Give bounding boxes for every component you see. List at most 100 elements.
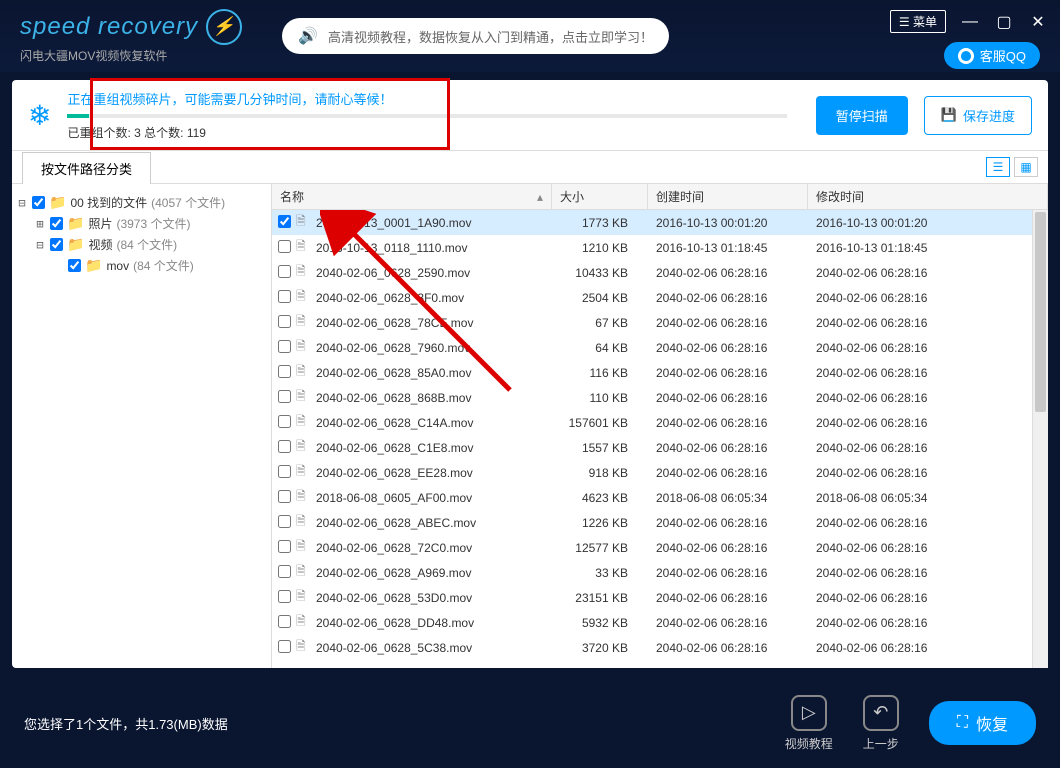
video-tutorial-button[interactable]: ▷ 视频教程 — [785, 695, 833, 752]
footer: 您选择了1个文件，共1.73(MB)数据 ▷ 视频教程 ↶ 上一步 ⛶ 恢复 — [0, 678, 1060, 768]
menu-button[interactable]: ☰ 菜单 — [890, 10, 946, 33]
tree-photos[interactable]: ⊞ 📁 照片 (3973 个文件) — [34, 213, 267, 234]
table-row[interactable]: 🗎2040-02-06_0628_85A0.mov116 KB2040-02-0… — [272, 360, 1048, 385]
row-checkbox[interactable] — [278, 465, 291, 478]
pause-scan-button[interactable]: 暂停扫描 — [816, 96, 908, 135]
col-name[interactable]: 名称 ▴ — [272, 184, 552, 209]
row-checkbox[interactable] — [278, 240, 291, 253]
table-row[interactable]: 🗎2040-02-06_0628_C14A.mov157601 KB2040-0… — [272, 410, 1048, 435]
file-name: 2040-02-06_0628_78CE.mov — [314, 316, 552, 330]
logo-text: speed recovery — [20, 13, 198, 41]
table-row[interactable]: 🗎2040-02-06_0628_DD48.mov5932 KB2040-02-… — [272, 610, 1048, 635]
status-row: ❄ 正在重组视频碎片，可能需要几分钟时间，请耐心等候！ 已重组个数: 3 总个数… — [12, 80, 1048, 150]
row-checkbox[interactable] — [278, 615, 291, 628]
scrollbar-thumb[interactable] — [1035, 212, 1046, 412]
row-checkbox[interactable] — [278, 315, 291, 328]
row-checkbox[interactable] — [278, 440, 291, 453]
file-size: 157601 KB — [552, 416, 648, 430]
row-checkbox[interactable] — [278, 490, 291, 503]
row-checkbox[interactable] — [278, 540, 291, 553]
file-name: 2040-02-06_0628_3F0.mov — [314, 291, 552, 305]
row-checkbox[interactable] — [278, 515, 291, 528]
tab-by-path[interactable]: 按文件路径分类 — [22, 152, 151, 184]
tree-videos[interactable]: ⊟ 📁 视频 (84 个文件) — [34, 234, 267, 255]
tutorial-banner[interactable]: 🔊 高清视频教程，数据恢复从入门到精通，点击立即学习！ — [282, 18, 669, 54]
tree-root[interactable]: ⊟ 📁 00 找到的文件 (4057 个文件) — [16, 192, 267, 213]
body-split: ⊟ 📁 00 找到的文件 (4057 个文件) ⊞ 📁 照片 (3973 个文件… — [12, 184, 1048, 668]
col-created[interactable]: 创建时间 — [648, 184, 808, 209]
qq-support-button[interactable]: 客服QQ — [944, 42, 1040, 69]
file-created: 2040-02-06 06:28:16 — [648, 316, 808, 330]
scan-icon: ❄ — [28, 99, 51, 132]
row-checkbox[interactable] — [278, 415, 291, 428]
table-row[interactable]: 🗎2040-02-06_0628_EE28.mov918 KB2040-02-0… — [272, 460, 1048, 485]
folder-icon: 📁 — [67, 236, 84, 253]
table-row[interactable]: 🗎2040-02-06_0628_7960.mov64 KB2040-02-06… — [272, 335, 1048, 360]
row-checkbox[interactable] — [278, 590, 291, 603]
grid-view-toggle[interactable]: ▦ — [1014, 157, 1038, 177]
prev-step-button[interactable]: ↶ 上一步 — [863, 695, 899, 752]
tree-checkbox[interactable] — [32, 196, 45, 209]
table-row[interactable]: 🗎2040-02-06_0628_78CE.mov67 KB2040-02-06… — [272, 310, 1048, 335]
table-row[interactable]: 🗎2040-02-06_0628_72C0.mov12577 KB2040-02… — [272, 535, 1048, 560]
file-icon: 🗎 — [296, 587, 314, 608]
titlebar: speed recovery ⚡ 闪电大疆MOV视频恢复软件 🔊 高清视频教程，… — [0, 0, 1060, 72]
file-modified: 2016-10-13 01:18:45 — [808, 241, 1048, 255]
table-row[interactable]: 🗎2016-10-13_0118_1110.mov1210 KB2016-10-… — [272, 235, 1048, 260]
table-row[interactable]: 🗎2040-02-06_0628_A969.mov33 KB2040-02-06… — [272, 560, 1048, 585]
row-checkbox[interactable] — [278, 265, 291, 278]
row-checkbox[interactable] — [278, 290, 291, 303]
table-row[interactable]: 🗎2040-02-06_0628_C1E8.mov1557 KB2040-02-… — [272, 435, 1048, 460]
row-checkbox[interactable] — [278, 640, 291, 653]
close-button[interactable]: ✕ — [1028, 12, 1048, 32]
tree-mov[interactable]: 📁 mov (84 个文件) — [52, 255, 267, 276]
table-row[interactable]: 🗎2040-02-06_0628_53D0.mov23151 KB2040-02… — [272, 585, 1048, 610]
table-row[interactable]: 🗎2040-02-06_0628_3F0.mov2504 KB2040-02-0… — [272, 285, 1048, 310]
file-name: 2040-02-06_0628_7960.mov — [314, 341, 552, 355]
file-size: 116 KB — [552, 366, 648, 380]
col-modified[interactable]: 修改时间 — [808, 184, 1048, 209]
table-row[interactable]: 🗎2040-02-06_0628_ABEC.mov1226 KB2040-02-… — [272, 510, 1048, 535]
file-name: 2040-02-06_0628_5C38.mov — [314, 641, 552, 655]
row-checkbox[interactable] — [278, 565, 291, 578]
tree-checkbox[interactable] — [68, 259, 81, 272]
row-checkbox[interactable] — [278, 390, 291, 403]
file-size: 110 KB — [552, 391, 648, 405]
row-checkbox[interactable] — [278, 215, 291, 228]
minimize-button[interactable]: — — [960, 13, 980, 31]
tree-label: 照片 — [88, 215, 112, 232]
play-icon: ▷ — [791, 695, 827, 731]
save-progress-button[interactable]: 💾 保存进度 — [924, 96, 1032, 135]
file-name: 2016-10-13_0001_1A90.mov — [314, 216, 552, 230]
tree-label: 00 找到的文件 — [70, 194, 147, 211]
tree-checkbox[interactable] — [50, 238, 63, 251]
file-created: 2040-02-06 06:28:16 — [648, 516, 808, 530]
list-view-toggle[interactable]: ☰ — [986, 157, 1010, 177]
table-row[interactable]: 🗎2040-02-06_0628_2590.mov10433 KB2040-02… — [272, 260, 1048, 285]
table-row[interactable]: 🗎2018-06-08_0605_AF00.mov4623 KB2018-06-… — [272, 485, 1048, 510]
file-size: 33 KB — [552, 566, 648, 580]
file-created: 2016-10-13 00:01:20 — [648, 216, 808, 230]
expand-icon[interactable]: ⊞ — [34, 217, 46, 231]
tree-checkbox[interactable] — [50, 217, 63, 230]
file-size: 10433 KB — [552, 266, 648, 280]
save-label: 保存进度 — [963, 106, 1015, 125]
table-row[interactable]: 🗎2040-02-06_0628_868B.mov110 KB2040-02-0… — [272, 385, 1048, 410]
expand-icon[interactable]: ⊟ — [34, 238, 46, 252]
row-checkbox[interactable] — [278, 365, 291, 378]
recover-button[interactable]: ⛶ 恢复 — [929, 701, 1036, 745]
expand-icon[interactable]: ⊟ — [16, 196, 28, 210]
file-modified: 2040-02-06 06:28:16 — [808, 541, 1048, 555]
maximize-button[interactable]: ▢ — [994, 12, 1014, 32]
prev-step-label: 上一步 — [863, 735, 899, 752]
file-list[interactable]: 🗎2016-10-13_0001_1A90.mov1773 KB2016-10-… — [272, 210, 1048, 668]
tree-count: (3973 个文件) — [116, 215, 190, 232]
recover-label: 恢复 — [976, 711, 1008, 735]
row-checkbox[interactable] — [278, 340, 291, 353]
file-created: 2040-02-06 06:28:16 — [648, 641, 808, 655]
col-size[interactable]: 大小 — [552, 184, 648, 209]
scrollbar[interactable] — [1032, 210, 1048, 668]
table-row[interactable]: 🗎2016-10-13_0001_1A90.mov1773 KB2016-10-… — [272, 210, 1048, 235]
table-row[interactable]: 🗎2040-02-06_0628_5C38.mov3720 KB2040-02-… — [272, 635, 1048, 660]
file-created: 2040-02-06 06:28:16 — [648, 466, 808, 480]
